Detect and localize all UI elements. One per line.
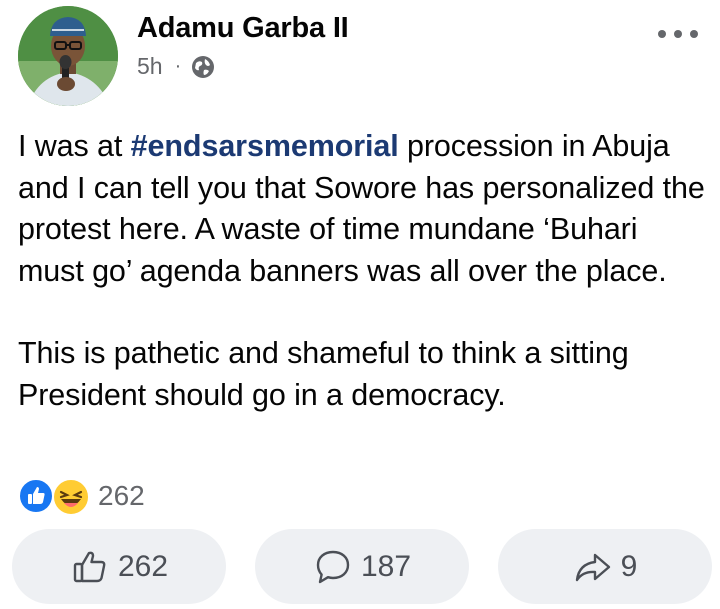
more-options-icon[interactable] xyxy=(658,28,698,40)
reaction-summary[interactable]: 262 xyxy=(18,476,145,516)
reaction-count: 262 xyxy=(98,480,145,511)
author-avatar[interactable] xyxy=(18,6,118,106)
author-name[interactable]: Adamu Garba II xyxy=(137,12,349,45)
share-count: 9 xyxy=(620,549,638,583)
globe-icon xyxy=(192,55,215,78)
post-paragraph-1: I was at #endsarsmemorial procession in … xyxy=(18,126,708,292)
post-text: I was at #endsarsmemorial procession in … xyxy=(18,126,708,416)
post-paragraph-2: This is pathetic and shameful to think a… xyxy=(18,336,629,412)
post-actions: 262 187 9 xyxy=(12,529,712,604)
like-count: 262 xyxy=(117,549,169,583)
hashtag-link[interactable]: #endsarsmemorial xyxy=(131,129,399,163)
post-header: Adamu Garba II 5h · xyxy=(0,0,720,110)
meta-separator: · xyxy=(174,55,182,77)
comment-icon xyxy=(316,550,350,583)
like-button[interactable]: 262 xyxy=(12,529,226,604)
more-dot xyxy=(690,30,698,38)
like-icon xyxy=(18,478,54,514)
post-time[interactable]: 5h xyxy=(137,53,163,80)
post-text-segment: I was at xyxy=(18,129,131,163)
thumbs-up-icon xyxy=(73,551,106,582)
more-dot xyxy=(658,30,666,38)
more-dot xyxy=(674,30,682,38)
post-meta: 5h · xyxy=(137,53,215,80)
comment-button[interactable]: 187 xyxy=(255,529,469,604)
reaction-icons xyxy=(18,476,94,516)
share-icon xyxy=(575,553,610,581)
haha-icon xyxy=(52,478,90,516)
share-button[interactable]: 9 xyxy=(498,529,712,604)
comment-count: 187 xyxy=(360,549,412,583)
